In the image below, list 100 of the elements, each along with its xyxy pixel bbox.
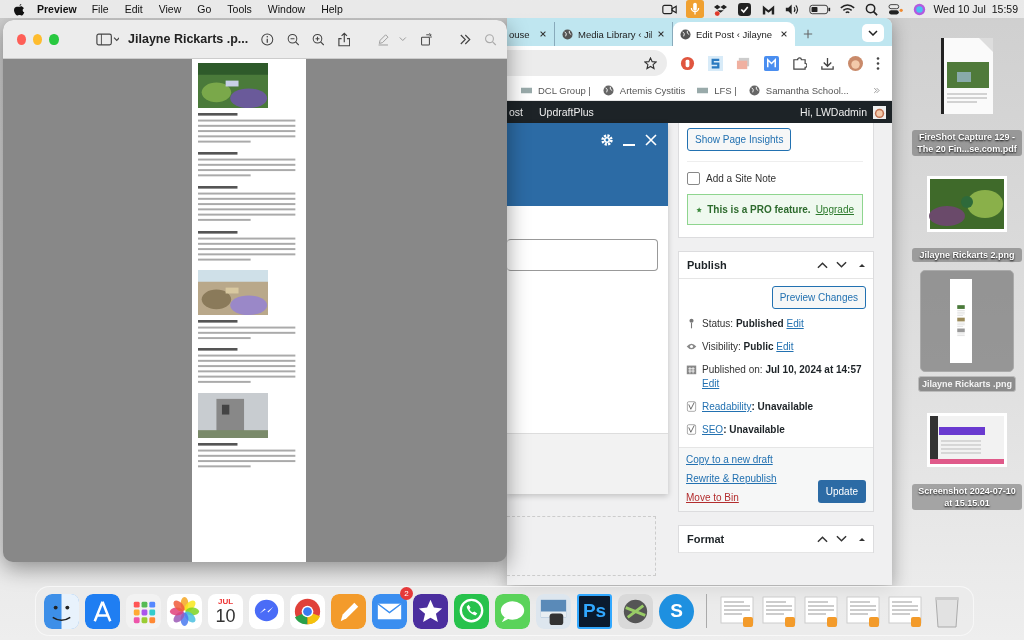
stop-sign-icon[interactable] <box>680 55 695 71</box>
meta-text: SEO: Unavailable <box>702 423 786 437</box>
menu-item[interactable]: Window <box>267 3 306 15</box>
app-icon[interactable]: Ps <box>577 593 612 629</box>
share-icon[interactable] <box>337 31 351 47</box>
app-icon[interactable] <box>413 593 448 629</box>
more-icon[interactable] <box>876 55 880 71</box>
bookmark[interactable]: DCL Group | <box>521 84 591 96</box>
collapse-icon[interactable] <box>859 262 865 268</box>
address-field[interactable] <box>507 50 667 76</box>
action-link[interactable]: Rewrite & Republish <box>686 473 777 484</box>
move-to-bin-link[interactable]: Move to Bin <box>686 492 777 503</box>
globe-icon <box>562 28 573 40</box>
bookmark[interactable]: LFS | <box>697 84 737 96</box>
siri-icon[interactable] <box>912 2 928 16</box>
menu-item[interactable]: File <box>91 3 109 15</box>
upgrade-link[interactable]: Upgrade <box>815 204 854 215</box>
box-title: Format <box>687 533 725 545</box>
caret-icon <box>868 30 878 36</box>
settings-icon[interactable] <box>600 133 614 147</box>
info-icon[interactable] <box>261 31 274 47</box>
pdf-file-icon[interactable] <box>941 38 993 114</box>
globe-icon <box>680 28 691 40</box>
close-icon[interactable] <box>539 30 547 38</box>
s-shape-icon[interactable] <box>708 55 723 71</box>
menu-date[interactable]: Wed 10 Jul <box>933 3 986 15</box>
tab-title: ouse <box>509 28 531 40</box>
menu-app-name[interactable]: Preview <box>37 3 77 15</box>
admin-bar-item[interactable]: ost <box>509 106 523 118</box>
m-square-icon[interactable] <box>764 55 779 71</box>
app-icon[interactable] <box>618 593 653 629</box>
eye-icon <box>686 341 697 352</box>
chevron-up-icon[interactable] <box>817 261 828 269</box>
download-icon[interactable] <box>820 55 835 71</box>
action-link[interactable]: Copy to a new draft <box>686 454 777 465</box>
zoom-out-icon[interactable] <box>286 31 300 47</box>
menu-time[interactable]: 15:59 <box>991 3 1018 15</box>
edit-link[interactable]: Edit <box>702 378 720 389</box>
control-center-icon[interactable] <box>888 2 904 16</box>
rotate-icon[interactable] <box>419 31 433 47</box>
image-file-icon[interactable] <box>927 176 1007 232</box>
sidebar-icon[interactable] <box>95 31 120 47</box>
chevron-down-icon[interactable] <box>836 261 847 269</box>
menu-item[interactable]: Tools <box>227 3 252 15</box>
close-icon[interactable] <box>657 30 665 38</box>
document-thumbnail-icon[interactable] <box>887 593 923 629</box>
checkbox[interactable] <box>687 172 700 185</box>
calendar-icon <box>686 364 697 375</box>
close-button[interactable] <box>17 33 27 45</box>
meta-text: Status: Published Edit <box>702 317 805 331</box>
star-icon[interactable] <box>644 56 657 70</box>
notification-badge: 2 <box>400 586 413 600</box>
search-icon[interactable] <box>864 2 880 16</box>
chevron-down-icon[interactable] <box>836 535 847 543</box>
show-page-insights-button[interactable]: Show Page Insights <box>687 128 792 151</box>
screenshot-file-icon[interactable] <box>927 412 1007 468</box>
globe-icon <box>748 84 760 96</box>
document-thumbnail-icon[interactable] <box>803 593 839 629</box>
edit-link[interactable]: Edit <box>786 318 804 329</box>
chevron-up-icon[interactable] <box>817 535 828 543</box>
admin-bar-item[interactable]: UpdraftPlus <box>539 106 594 118</box>
check-icon[interactable] <box>737 2 753 16</box>
seo-check-icon <box>686 424 697 435</box>
collapse-icon[interactable] <box>859 536 865 542</box>
camera-icon[interactable] <box>662 2 678 16</box>
app-icon[interactable] <box>536 593 571 629</box>
tab-search-button[interactable] <box>862 24 884 42</box>
browser-tab[interactable]: Edit Post ‹ Jilayne <box>673 22 795 46</box>
menu-item[interactable]: Help <box>321 3 343 15</box>
window-title: Jilayne Rickarts .p... <box>128 32 249 46</box>
zoom-in-icon[interactable] <box>312 31 325 47</box>
battery-icon[interactable] <box>809 2 832 16</box>
edit-link[interactable]: Edit <box>776 341 794 352</box>
puzzle-icon[interactable] <box>792 55 807 71</box>
wifi-icon[interactable] <box>840 2 856 16</box>
document-thumbnail-icon[interactable] <box>719 593 755 629</box>
apple-icon[interactable] <box>14 2 25 16</box>
bookmark[interactable]: Artemis Cystitis <box>602 84 686 96</box>
avatar-icon[interactable] <box>873 105 886 119</box>
menu-item[interactable]: Go <box>197 3 212 15</box>
calendar-day: 10 <box>215 605 236 626</box>
pro-notice-text: This is a PRO feature. <box>707 204 811 215</box>
checkbox-label: Add a Site Note <box>706 173 777 184</box>
box-icon[interactable] <box>713 2 729 16</box>
image-file-icon[interactable] <box>949 279 972 363</box>
app-icon[interactable] <box>44 593 79 629</box>
admin-greeting[interactable]: Hi, LWDadmin <box>800 106 867 118</box>
calendar-app-icon[interactable]: JUL 10 <box>208 593 243 629</box>
volume-icon[interactable] <box>785 2 801 16</box>
menu-item[interactable]: View <box>158 3 182 15</box>
bookmark[interactable]: Samantha School... <box>748 84 849 96</box>
calendar-month: JUL <box>217 596 234 606</box>
update-button[interactable]: Update <box>817 480 866 503</box>
tab-title: Edit Post ‹ Jilayne <box>696 28 774 40</box>
document-thumbnail-icon[interactable] <box>761 593 797 629</box>
document-thumbnail-icon[interactable] <box>845 593 881 629</box>
menu-item[interactable]: Edit <box>124 3 143 15</box>
new-tab-icon[interactable] <box>803 29 813 39</box>
preview-changes-button[interactable]: Preview Changes <box>771 286 866 309</box>
close-icon[interactable] <box>780 30 788 38</box>
